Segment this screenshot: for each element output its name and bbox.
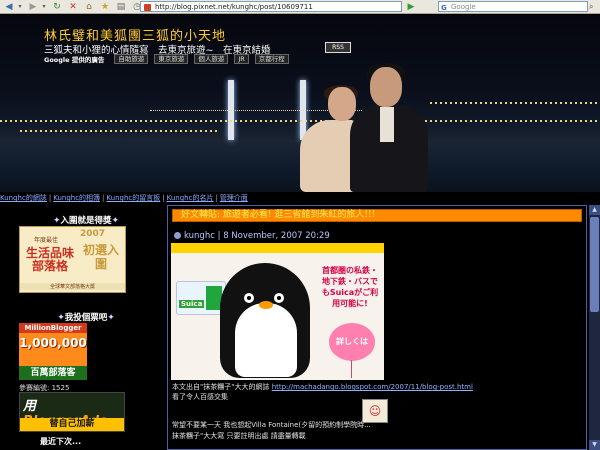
next-heading: 最近下次... [40,437,82,446]
city-skyline [0,80,600,145]
bloggerads-tagline: 替自己加薪 [20,418,124,431]
nav-link-admin[interactable]: 管理介面 [220,194,248,202]
ad-link[interactable]: 個人旅遊 [194,54,229,64]
ad-link[interactable]: 京都行程 [254,54,289,64]
go-button[interactable]: ▶ [405,1,417,12]
ad-link[interactable]: 東京旅遊 [154,54,189,64]
source-prefix: 本文出自"抹茶糰子"大大的網誌 [172,383,270,391]
million-blogger-badge[interactable]: MillionBlogger 1,000,000 百萬部落客 [19,323,87,380]
ad-link[interactable]: 自助旅遊 [114,54,149,64]
award-badge[interactable]: 2007 年度最佳 生活品味部落格 初選入圍 全球華文部落格大獎 [19,226,126,293]
suica-penguin-image: Suica 首都圏の私鉄・地下鉄・バスでもSuicaがご利用可能に! 詳しくは [171,243,384,380]
million-blogger-logo: MillionBlogger [19,323,87,333]
post-author[interactable]: kunghc [184,231,215,241]
nav-link-blog[interactable]: Kunghc的網誌 [0,194,47,202]
award-year: 2007 [80,229,106,239]
award-footer: 全球華文部落格大獎 [20,283,125,290]
google-icon: G [441,4,447,12]
source-link[interactable]: http://machadango.blogspot.com/2007/11/b… [272,383,473,391]
award-category: 生活品味部落格 [25,246,74,273]
star-icon: ✦ [111,216,120,226]
million-blogger-label: 百萬部落客 [19,366,87,380]
address-bar[interactable]: http://blog.pixnet.net/kunghc/post/10609… [140,1,402,12]
post-line-4: 抹茶糰子"大大寫 只要註明出處 請盡量轉載 [172,432,306,440]
scroll-down-icon[interactable]: ▼ [589,440,600,450]
penguin-eye [244,293,254,303]
nav-link-guestbook[interactable]: Kunghc的留言板 [106,194,160,202]
star-icon: ✦ [57,313,65,323]
address-url: http://blog.pixnet.net/kunghc/post/10609… [155,3,313,11]
balloon-string [351,360,352,378]
rss-button[interactable]: RSS [325,42,351,53]
promo-stripe [171,243,384,253]
ads-label: Google 提供的廣告 [44,56,105,64]
groom-shirt [380,107,394,142]
author-icon [174,232,181,239]
penguin-belly [235,303,297,377]
award-category-small: 年度最佳 [33,237,58,244]
back-icon[interactable]: ◀ [2,1,16,13]
bloggerads-badge[interactable]: 用 BloggerAds 替自己加薪 [19,392,125,432]
nav-link-album[interactable]: Kunghc的相簿 [53,194,100,202]
bride-face [328,87,356,121]
post-container: 好文轉貼: 旅遊者必看! 逛三省館到朱紅的旅人!!! kunghc | 8 No… [167,205,587,450]
blog-nav: Kunghc的網誌 | Kunghc的相簿 | Kunghc的留言板 | Kunghc的名片… [0,193,600,203]
suica-card-label: Suica [179,300,205,308]
bookmark-icon[interactable]: ★ [98,1,112,13]
bloggerads-prefix: 用 [23,399,37,414]
groom-face [370,67,402,107]
search-go-icon[interactable]: ⌕ [589,2,593,12]
post-line-source: 本文出自"抹茶糰子"大大的網誌 http://machadango.blogsp… [172,382,473,392]
forward-dropdown-icon[interactable]: ▾ [40,3,48,10]
suica-card: Suica [176,281,226,315]
nav-link-profile[interactable]: Kunghc的名片 [167,194,214,202]
page-scrollbar[interactable]: ▲ ▼ [589,205,600,450]
post-date: 8 November, 2007 20:29 [223,231,330,241]
home-icon[interactable]: ⌂ [82,1,96,13]
post-line-3: 常望不要某一天 我也想起Villa Fontaine(夕留的預約制學院時... [172,421,371,429]
search-placeholder: Google [451,3,476,11]
google-ads-bar: Google 提供的廣告 自助旅遊 東京旅遊 個人旅遊 JR 京都行程 [44,54,344,64]
emoticon-icon: ☺ [362,399,388,423]
favicon-icon [144,4,151,11]
award-status: 初選入圍 [82,243,119,271]
back-dropdown-icon[interactable]: ▾ [16,3,24,10]
promo-balloon: 詳しくは [329,323,375,361]
post-title-banner[interactable]: 好文轉貼: 旅遊者必看! 逛三省館到朱紅的旅人!!! [172,209,582,222]
post-meta: kunghc | 8 November, 2007 20:29 [174,231,330,241]
promo-text: 首都圏の私鉄・地下鉄・バスでもSuicaがご利用可能に! [321,266,379,308]
scroll-up-icon[interactable]: ▲ [589,205,600,215]
ad-link[interactable]: JR [234,54,249,64]
penguin-beak [259,301,273,309]
forward-icon[interactable]: ▶ [26,1,40,13]
scroll-thumb[interactable] [590,217,599,312]
penguin-eye [274,293,284,303]
reload-icon[interactable]: ↻ [50,1,64,13]
vote-heading: ✦我投個票吧✦ [57,313,115,323]
star-icon: ✦ [107,313,115,323]
search-input[interactable]: G Google [438,1,588,12]
post-line-2: 看了令人百感交集 [172,393,228,401]
million-blogger-number: 1,000,000 [19,336,87,350]
page-icon[interactable]: ▤ [114,1,128,13]
stop-icon[interactable]: ✕ [66,1,80,13]
award-heading: ✦入圍就是得獎✦ [52,216,120,226]
